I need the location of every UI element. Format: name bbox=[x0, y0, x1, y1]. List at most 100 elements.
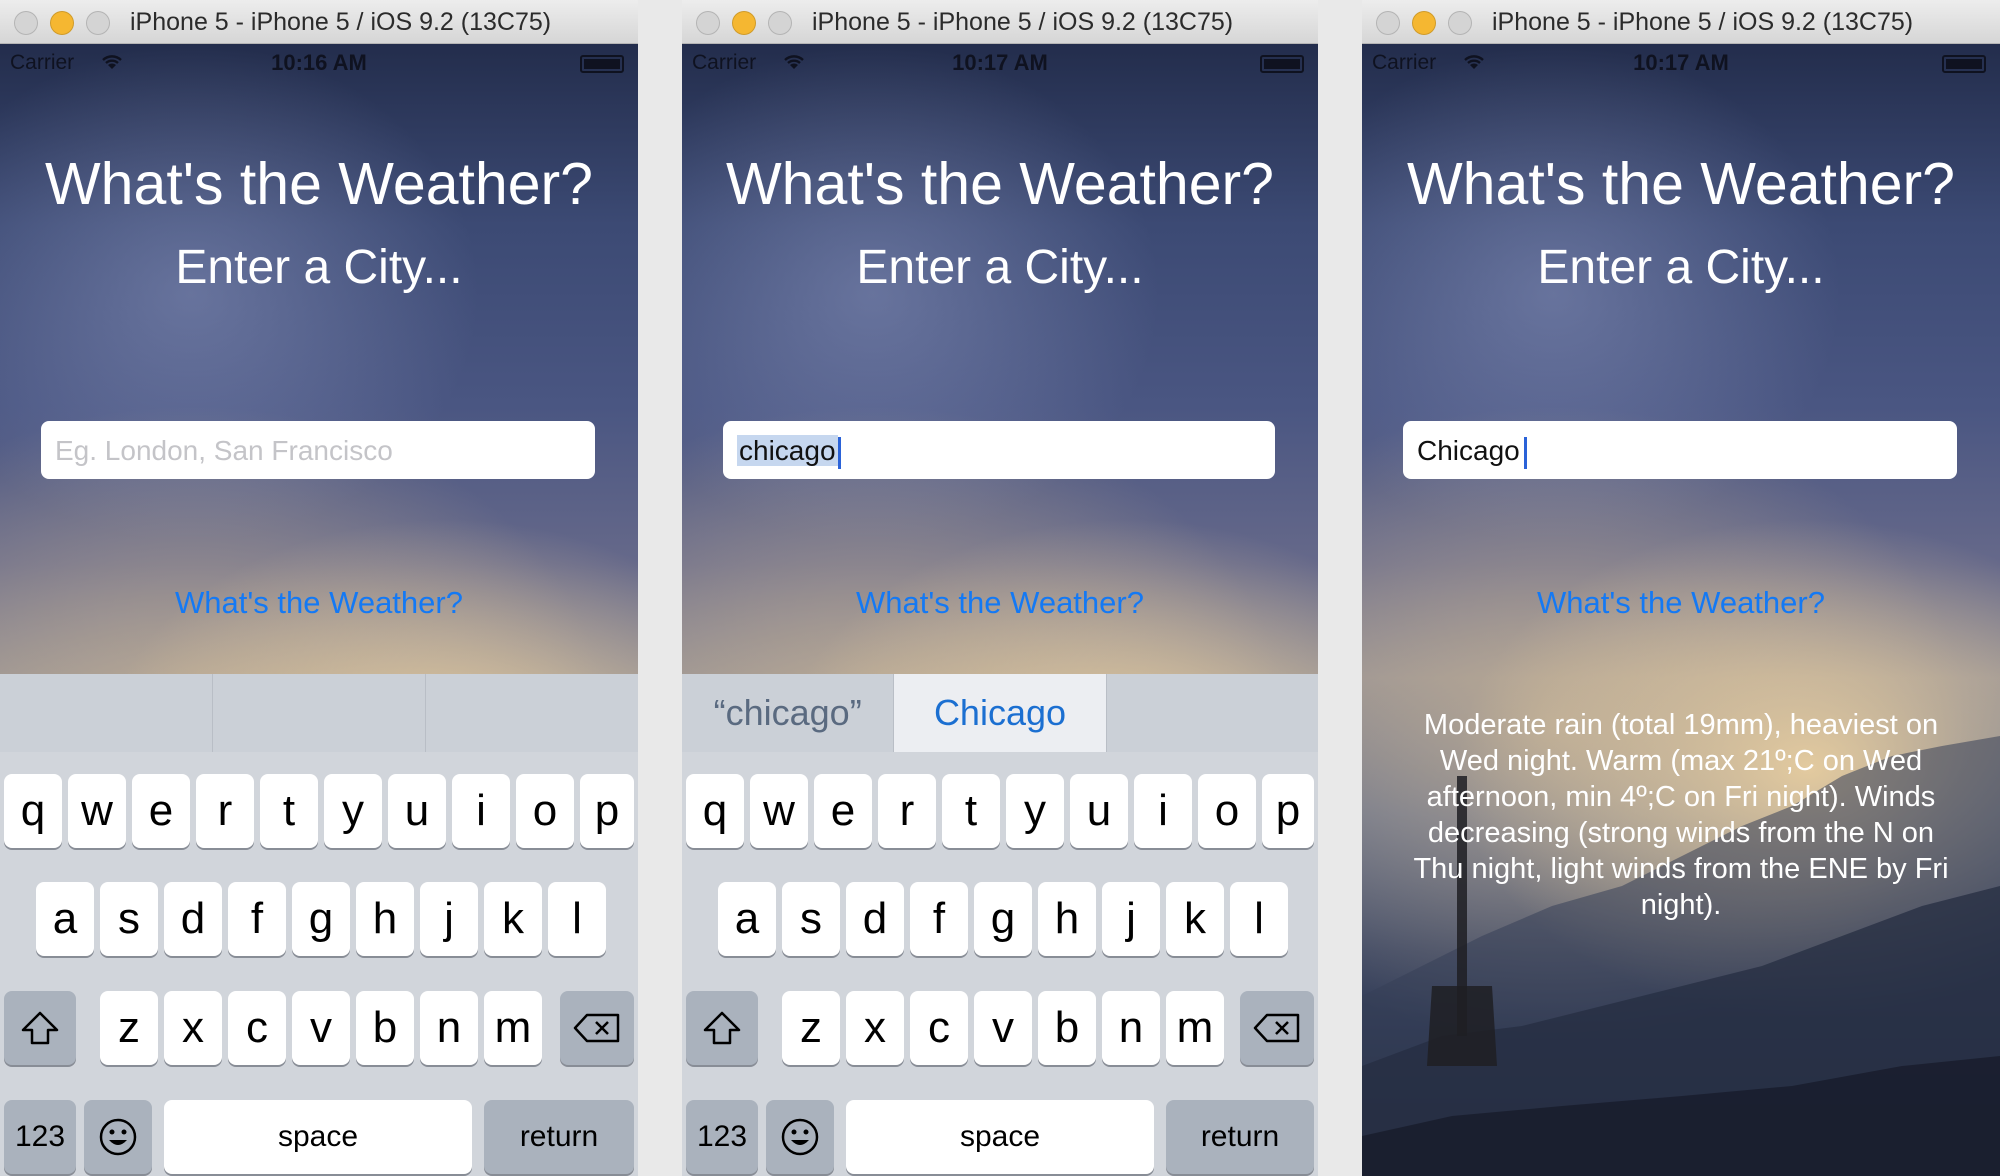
suggestion-2[interactable] bbox=[213, 674, 426, 752]
key-c[interactable]: c bbox=[910, 991, 968, 1065]
suggestion-1[interactable] bbox=[0, 674, 213, 752]
status-time: 10:17 AM bbox=[952, 50, 1048, 75]
text-caret bbox=[1523, 436, 1527, 469]
key-s[interactable]: s bbox=[782, 882, 840, 956]
phone-screen: Carrier 10:16 AM What's the Weather? Ent… bbox=[0, 44, 638, 1176]
key-y[interactable]: y bbox=[324, 774, 382, 848]
key-n[interactable]: n bbox=[420, 991, 478, 1065]
key-v[interactable]: v bbox=[292, 991, 350, 1065]
zoom-window-button[interactable] bbox=[86, 11, 110, 35]
key-e[interactable]: e bbox=[132, 774, 190, 848]
key-b[interactable]: b bbox=[356, 991, 414, 1065]
key-p[interactable]: p bbox=[1262, 774, 1314, 848]
zoom-window-button[interactable] bbox=[768, 11, 792, 35]
key-q[interactable]: q bbox=[686, 774, 744, 848]
key-c[interactable]: c bbox=[228, 991, 286, 1065]
key-n[interactable]: n bbox=[1102, 991, 1160, 1065]
key-g[interactable]: g bbox=[974, 882, 1032, 956]
key-q[interactable]: q bbox=[4, 774, 62, 848]
key-z[interactable]: z bbox=[782, 991, 840, 1065]
city-input[interactable]: Eg. London, San Francisco bbox=[41, 421, 595, 479]
key-f[interactable]: f bbox=[228, 882, 286, 956]
key-z[interactable]: z bbox=[100, 991, 158, 1065]
emoji-icon bbox=[99, 1118, 137, 1156]
shift-key[interactable] bbox=[4, 991, 76, 1065]
city-input-value: Chicago bbox=[1417, 435, 1520, 466]
phone-screen: Carrier 10:17 AM What's the Weather? Ent… bbox=[1362, 44, 2000, 1176]
city-input[interactable]: chicago bbox=[723, 421, 1275, 479]
key-w[interactable]: w bbox=[750, 774, 808, 848]
key-k[interactable]: k bbox=[484, 882, 542, 956]
key-m[interactable]: m bbox=[484, 991, 542, 1065]
suggestion-3[interactable] bbox=[1107, 674, 1318, 752]
key-f[interactable]: f bbox=[910, 882, 968, 956]
shift-icon bbox=[703, 1011, 741, 1045]
status-bar: Carrier 10:17 AM bbox=[682, 44, 1318, 80]
minimize-window-button[interactable] bbox=[1412, 11, 1436, 35]
key-y[interactable]: y bbox=[1006, 774, 1064, 848]
key-l[interactable]: l bbox=[548, 882, 606, 956]
key-m[interactable]: m bbox=[1166, 991, 1224, 1065]
city-input-placeholder: Eg. London, San Francisco bbox=[55, 435, 393, 466]
key-s[interactable]: s bbox=[100, 882, 158, 956]
delete-key[interactable] bbox=[560, 991, 634, 1065]
key-grid: q w e r t y u i o p a s d f g h j k l z … bbox=[682, 752, 1318, 1176]
key-a[interactable]: a bbox=[36, 882, 94, 956]
key-e[interactable]: e bbox=[814, 774, 872, 848]
key-w[interactable]: w bbox=[68, 774, 126, 848]
suggestion-3[interactable] bbox=[426, 674, 638, 752]
key-r[interactable]: r bbox=[878, 774, 936, 848]
numbers-key[interactable]: 123 bbox=[4, 1100, 76, 1174]
key-l[interactable]: l bbox=[1230, 882, 1288, 956]
key-x[interactable]: x bbox=[164, 991, 222, 1065]
emoji-key[interactable] bbox=[84, 1100, 152, 1174]
key-o[interactable]: o bbox=[1198, 774, 1256, 848]
app-title: What's the Weather? bbox=[1407, 151, 1955, 217]
key-d[interactable]: d bbox=[164, 882, 222, 956]
minimize-window-button[interactable] bbox=[732, 11, 756, 35]
close-window-button[interactable] bbox=[696, 11, 720, 35]
key-g[interactable]: g bbox=[292, 882, 350, 956]
key-v[interactable]: v bbox=[974, 991, 1032, 1065]
text-caret bbox=[837, 436, 841, 469]
shift-key[interactable] bbox=[686, 991, 758, 1065]
keyboard: q w e r t y u i o p a s d f g h j k l z … bbox=[0, 674, 638, 1176]
key-j[interactable]: j bbox=[1102, 882, 1160, 956]
status-bar: Carrier 10:17 AM bbox=[1362, 44, 2000, 80]
key-t[interactable]: t bbox=[260, 774, 318, 848]
return-key[interactable]: return bbox=[1166, 1100, 1314, 1174]
return-key[interactable]: return bbox=[484, 1100, 634, 1174]
minimize-window-button[interactable] bbox=[50, 11, 74, 35]
key-x[interactable]: x bbox=[846, 991, 904, 1065]
space-key[interactable]: space bbox=[846, 1100, 1154, 1174]
key-t[interactable]: t bbox=[942, 774, 1000, 848]
key-b[interactable]: b bbox=[1038, 991, 1096, 1065]
key-d[interactable]: d bbox=[846, 882, 904, 956]
key-i[interactable]: i bbox=[1134, 774, 1192, 848]
suggestion-1[interactable]: “chicago” bbox=[682, 674, 895, 752]
key-k[interactable]: k bbox=[1166, 882, 1224, 956]
suggestion-2[interactable]: Chicago bbox=[894, 674, 1107, 752]
get-weather-button[interactable]: What's the Weather? bbox=[682, 585, 1318, 621]
key-r[interactable]: r bbox=[196, 774, 254, 848]
key-h[interactable]: h bbox=[1038, 882, 1096, 956]
space-key[interactable]: space bbox=[164, 1100, 472, 1174]
key-u[interactable]: u bbox=[388, 774, 446, 848]
key-o[interactable]: o bbox=[516, 774, 574, 848]
close-window-button[interactable] bbox=[14, 11, 38, 35]
key-i[interactable]: i bbox=[452, 774, 510, 848]
key-p[interactable]: p bbox=[580, 774, 634, 848]
emoji-key[interactable] bbox=[766, 1100, 834, 1174]
simulator-window-3: iPhone 5 - iPhone 5 / iOS 9.2 (13C75) Ca… bbox=[1362, 0, 2000, 1176]
get-weather-button[interactable]: What's the Weather? bbox=[1362, 585, 2000, 621]
key-a[interactable]: a bbox=[718, 882, 776, 956]
zoom-window-button[interactable] bbox=[1448, 11, 1472, 35]
city-input[interactable]: Chicago bbox=[1403, 421, 1957, 479]
close-window-button[interactable] bbox=[1376, 11, 1400, 35]
delete-key[interactable] bbox=[1240, 991, 1314, 1065]
numbers-key[interactable]: 123 bbox=[686, 1100, 758, 1174]
get-weather-button[interactable]: What's the Weather? bbox=[0, 585, 638, 621]
key-h[interactable]: h bbox=[356, 882, 414, 956]
key-j[interactable]: j bbox=[420, 882, 478, 956]
key-u[interactable]: u bbox=[1070, 774, 1128, 848]
